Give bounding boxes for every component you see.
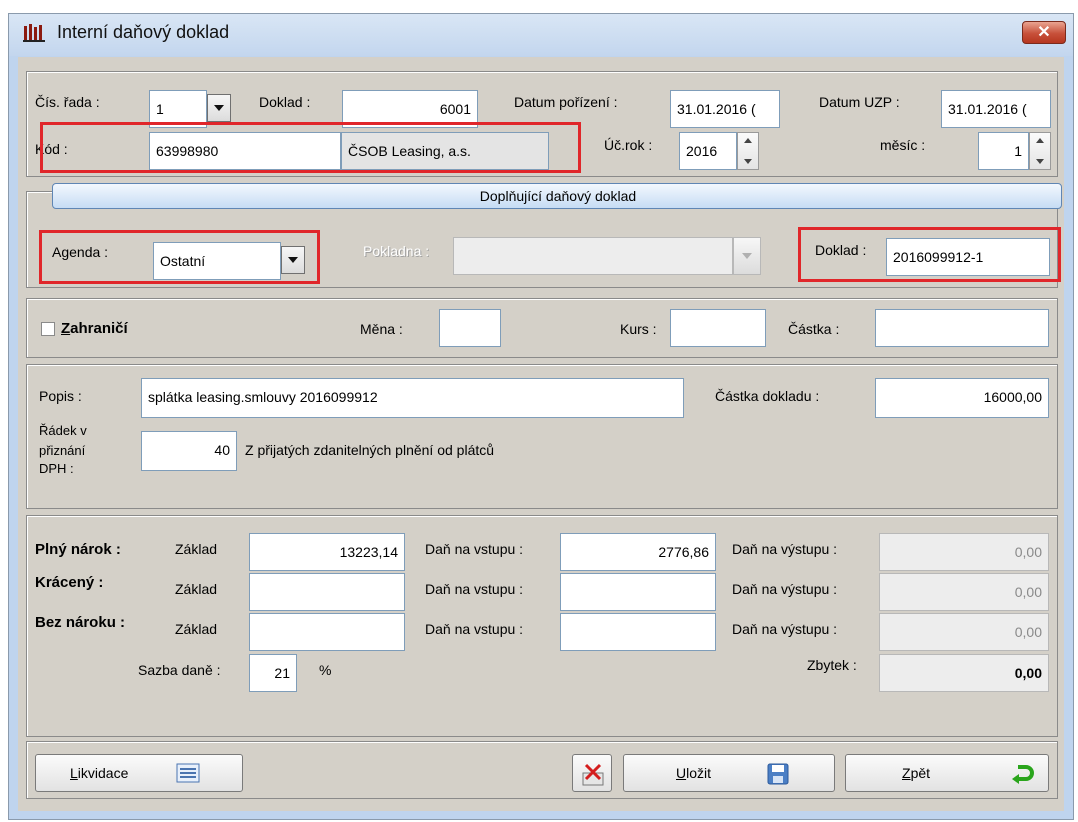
footer-panel: Likvidace Uložit Zpět (26, 741, 1058, 799)
radek-label-line1: Řádek v (39, 423, 87, 438)
supplement-doklad-highlight (798, 227, 1061, 282)
close-button[interactable]: ✕ (1022, 21, 1066, 44)
uc-rok-spinner-icon[interactable] (737, 132, 759, 170)
bez-vystup-field: 0,00 (879, 613, 1049, 651)
mena-field[interactable] (439, 309, 501, 347)
dan-vstupu-label: Daň na vstupu : (425, 581, 524, 597)
kurs-field[interactable] (670, 309, 766, 347)
chevron-down-icon[interactable] (733, 237, 761, 275)
cis-rada-label: Čís. řada : (35, 94, 100, 110)
plny-narok-label: Plný nárok : (35, 541, 121, 558)
chevron-down-icon[interactable] (207, 94, 231, 122)
back-arrow-icon (1010, 763, 1034, 785)
kraceny-vstup-field[interactable] (560, 573, 716, 611)
popis-label: Popis : (39, 388, 82, 404)
kraceny-vystup-field: 0,00 (879, 573, 1049, 611)
foreign-panel: Zahraničí Měna : Kurs : Částka : (26, 298, 1058, 358)
dialog-window: Interní daňový doklad ✕ Čís. řada : 1 Do… (8, 13, 1074, 820)
plny-vystup-field: 0,00 (879, 533, 1049, 571)
datum-porizeni-label: Datum pořízení : (514, 94, 618, 110)
delete-icon (580, 761, 606, 787)
radek-description: Z přijatých zdanitelných plnění od plátc… (245, 442, 495, 458)
description-panel: Popis : splátka leasing.smlouvy 20160999… (26, 364, 1058, 509)
datum-porizeni-field[interactable]: 31.01.2016 ( (670, 90, 780, 128)
window-title: Interní daňový doklad (57, 22, 230, 42)
plny-vstup-field[interactable]: 2776,86 (560, 533, 716, 571)
zahranici-label: Zahraničí (61, 320, 128, 337)
dan-vystupu-label: Daň na výstupu : (732, 541, 838, 557)
tax-panel: Plný nárok : Základ 13223,14 Daň na vstu… (26, 515, 1058, 737)
radek-label-line3: DPH : (39, 461, 74, 476)
castka-dokladu-label: Částka dokladu : (715, 388, 820, 404)
zbytek-field: 0,00 (879, 654, 1049, 692)
delete-button[interactable] (572, 754, 612, 792)
radek-label-line2: přiznání (39, 443, 86, 458)
bez-zaklad-field[interactable] (249, 613, 405, 651)
dialog-client: Čís. řada : 1 Doklad : 6001 Datum poříze… (18, 57, 1064, 811)
likvidace-label: Likvidace (70, 765, 129, 781)
dan-vstupu-label: Daň na vstupu : (425, 541, 524, 557)
save-icon (766, 762, 790, 786)
zpet-button[interactable]: Zpět (845, 754, 1049, 792)
zaklad-label: Základ (175, 621, 218, 637)
datum-uzp-field[interactable]: 31.01.2016 ( (941, 90, 1051, 128)
list-icon (176, 763, 200, 783)
mena-label: Měna : (360, 321, 403, 337)
castka-label: Částka : (788, 321, 840, 337)
sazba-dane-field[interactable]: 21 (249, 654, 297, 692)
uc-rok-field[interactable]: 2016 (679, 132, 737, 170)
sazba-dane-label: Sazba daně : (138, 662, 221, 678)
mesic-label: měsíc : (880, 137, 926, 153)
dan-vystupu-label: Daň na výstupu : (732, 581, 838, 597)
percent-label: % (319, 662, 332, 678)
zaklad-label: Základ (175, 541, 218, 557)
popis-field[interactable]: splátka leasing.smlouvy 2016099912 (141, 378, 684, 418)
ulozit-label: Uložit (676, 765, 712, 781)
zahranici-checkbox[interactable] (41, 322, 55, 336)
kraceny-label: Krácený : (35, 574, 104, 591)
bez-naroku-label: Bez nároku : (35, 614, 126, 631)
supplement-title: Doplňující daňový doklad (479, 188, 637, 204)
radek-field[interactable]: 40 (141, 431, 237, 471)
datum-uzp-label: Datum UZP : (819, 94, 900, 110)
kraceny-zaklad-field[interactable] (249, 573, 405, 611)
zpet-label: Zpět (902, 765, 931, 781)
kod-highlight (40, 122, 581, 173)
ulozit-button[interactable]: Uložit (623, 754, 835, 792)
bez-vstup-field[interactable] (560, 613, 716, 651)
likvidace-button[interactable]: Likvidace (35, 754, 243, 792)
dan-vystupu-label: Daň na výstupu : (732, 621, 838, 637)
doklad-label: Doklad : (259, 94, 311, 110)
mesic-spinner-icon[interactable] (1029, 132, 1051, 170)
castka-field[interactable] (875, 309, 1049, 347)
zbytek-label: Zbytek : (807, 657, 857, 673)
agenda-highlight (39, 230, 320, 284)
pokladna-select[interactable] (453, 237, 733, 275)
uc-rok-label: Úč.rok : (604, 137, 653, 153)
dan-vstupu-label: Daň na vstupu : (425, 621, 524, 637)
supplement-header: Doplňující daňový doklad (52, 183, 1062, 209)
plny-zaklad-field[interactable]: 13223,14 (249, 533, 405, 571)
mesic-field[interactable]: 1 (978, 132, 1029, 170)
zaklad-label: Základ (175, 581, 218, 597)
castka-dokladu-field[interactable]: 16000,00 (875, 378, 1049, 418)
title-bar[interactable]: Interní daňový doklad ✕ (9, 14, 1073, 56)
pokladna-label: Pokladna : (363, 243, 430, 259)
kurs-label: Kurs : (620, 321, 657, 337)
app-icon (23, 23, 47, 43)
